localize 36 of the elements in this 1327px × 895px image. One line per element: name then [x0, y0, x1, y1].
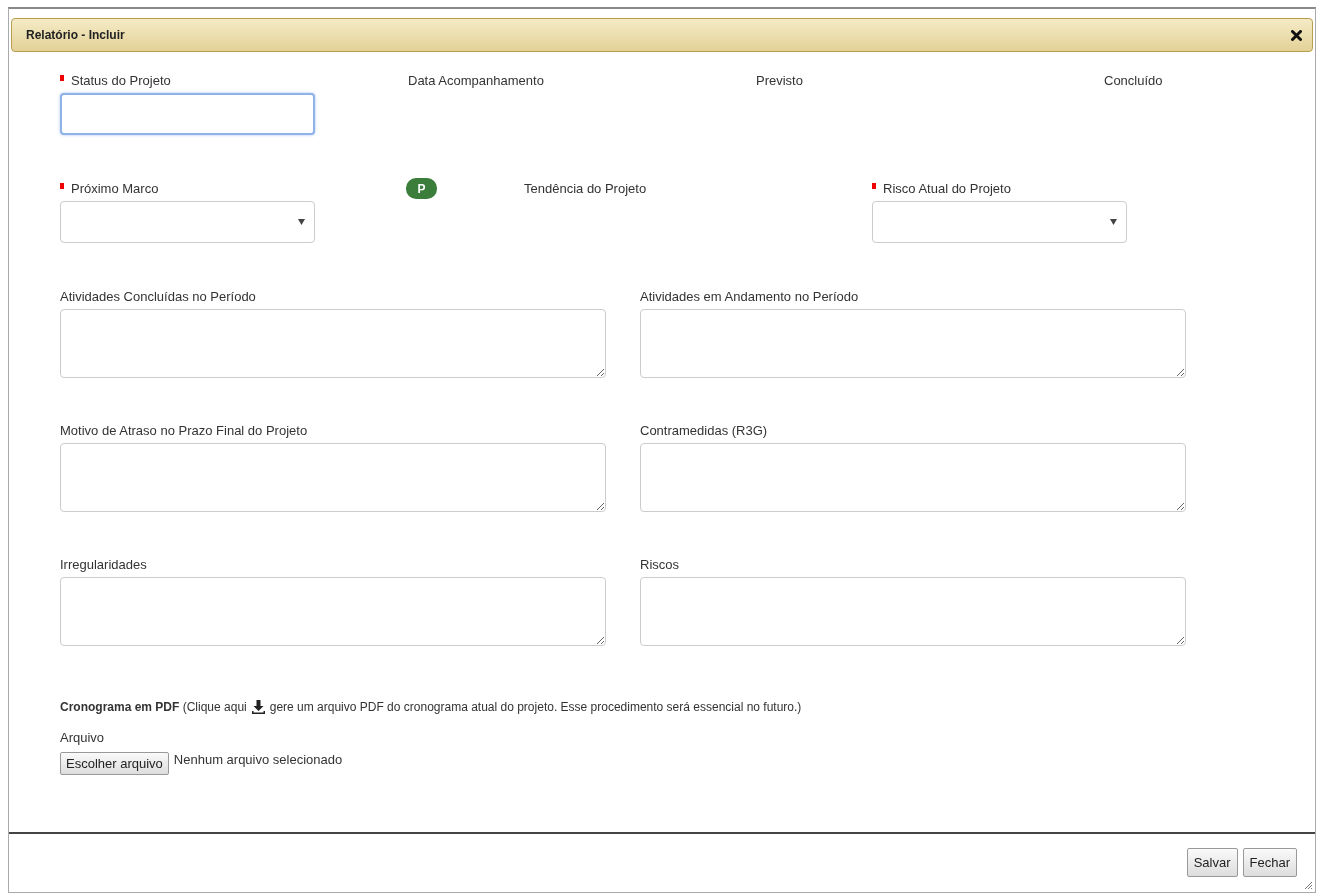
file-label: Arquivo [60, 729, 105, 745]
text-area-field[interactable] [60, 577, 606, 646]
field-label: Tendência do Projeto [524, 181, 647, 196]
dialog-title: Relatório - Incluir [26, 28, 125, 42]
resize-grip-icon[interactable] [1303, 880, 1313, 890]
field-label: Atividades em Andamento no Período [640, 289, 859, 304]
text-area-field[interactable] [60, 309, 606, 378]
text-area-field[interactable] [60, 443, 606, 512]
select-field[interactable] [60, 201, 315, 243]
field-label: Contramedidas (R3G) [640, 423, 768, 438]
field-label: Próximo Marco [71, 181, 159, 196]
caret-icon [298, 219, 305, 225]
status-badge: P [406, 178, 437, 199]
download-icon[interactable] [251, 699, 265, 714]
close-icon[interactable] [1291, 29, 1302, 41]
field-label: Concluído [1104, 73, 1163, 88]
pdf-note-text: gere um arquivo PDF do cronograma atual do projeto. Esse procedimento será essencial no futuro.) [269, 699, 802, 714]
pdf-note-text: Cronograma em PDF (Clique aqui [60, 699, 247, 714]
field-label: Motivo de Atraso no Prazo Final do Projeto [60, 423, 308, 438]
file-status-text: Nenhum arquivo selecionado [173, 752, 343, 767]
caret-icon [1110, 219, 1117, 225]
text-area-field[interactable] [640, 443, 1186, 512]
choose-file-button[interactable]: Escolher arquivo [60, 752, 169, 775]
text-area-field[interactable] [640, 577, 1186, 646]
field-label: Previsto [756, 73, 803, 88]
field-label: Risco Atual do Projeto [883, 181, 1011, 196]
dialog-button[interactable]: Fechar [1242, 848, 1297, 877]
field-label: Riscos [640, 557, 679, 572]
dialog-button[interactable]: Salvar [1186, 848, 1238, 877]
field-label: Irregularidades [60, 557, 147, 572]
text-input-field[interactable] [60, 93, 315, 135]
select-field[interactable] [872, 201, 1127, 243]
field-label: Status do Projeto [71, 73, 171, 88]
text-area-field[interactable] [640, 309, 1186, 378]
field-label: Atividades Concluídas no Período [60, 289, 256, 304]
field-label: Data Acompanhamento [408, 73, 544, 88]
